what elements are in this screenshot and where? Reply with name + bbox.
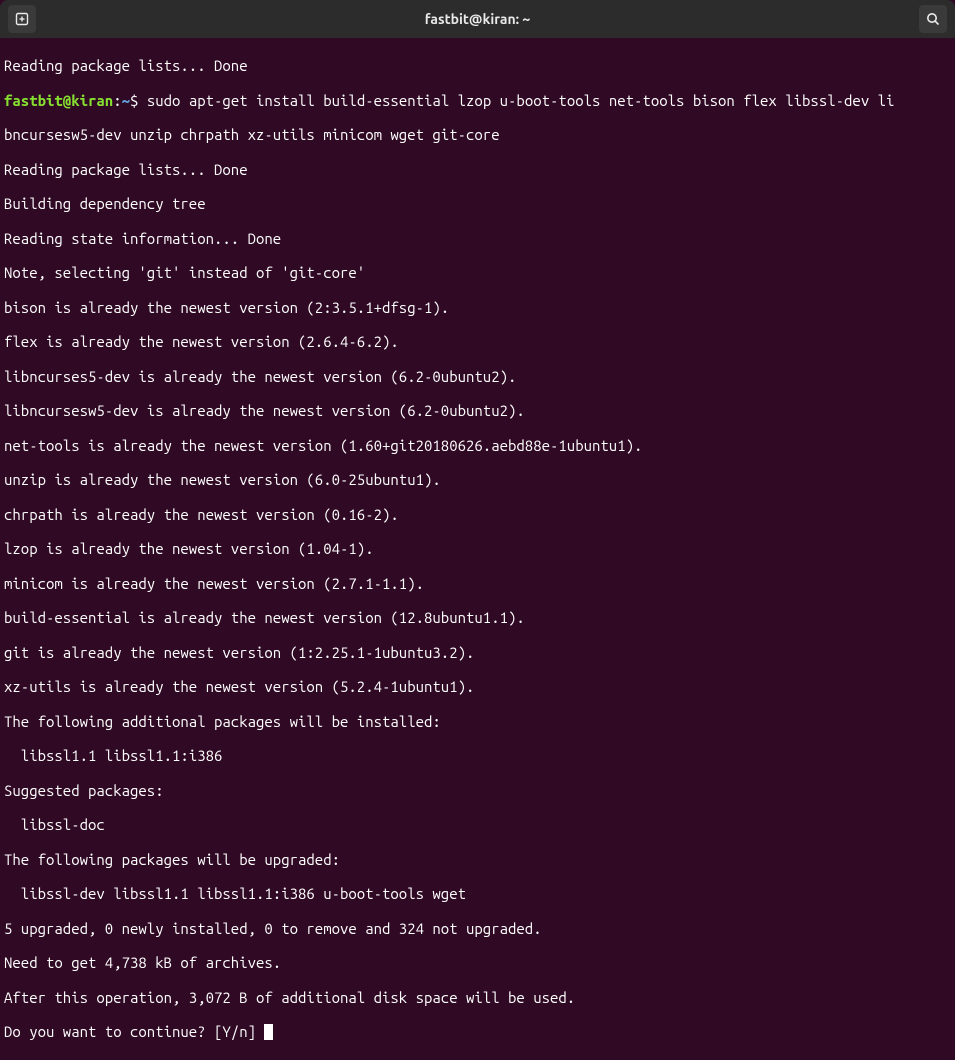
output-line: bison is already the newest version (2:3… [4,299,951,316]
output-line: Reading package lists... Done [4,57,951,74]
output-line: bncursesw5-dev unzip chrpath xz-utils mi… [4,126,951,143]
output-line: Building dependency tree [4,195,951,212]
terminal-output[interactable]: Reading package lists... Done fastbit@ki… [0,38,955,1060]
output-line: The following additional packages will b… [4,713,951,730]
output-line: xz-utils is already the newest version (… [4,678,951,695]
output-line: git is already the newest version (1:2.2… [4,644,951,661]
output-line: Reading state information... Done [4,230,951,247]
prompt-user-host: fastbit@kiran [4,92,113,109]
output-line: libncurses5-dev is already the newest ve… [4,368,951,385]
output-line: unzip is already the newest version (6.0… [4,471,951,488]
output-line: libssl-dev libssl1.1 libssl1.1:i386 u-bo… [4,885,951,902]
prompt-line: fastbit@kiran:~$ sudo apt-get install bu… [4,92,951,109]
window-titlebar: fastbit@kiran: ~ [0,0,955,38]
output-line: Reading package lists... Done [4,161,951,178]
output-line: 5 upgraded, 0 newly installed, 0 to remo… [4,920,951,937]
output-line: Note, selecting 'git' instead of 'git-co… [4,264,951,281]
prompt-colon: : [113,92,121,109]
window-title: fastbit@kiran: ~ [425,11,531,27]
search-button[interactable] [919,5,947,33]
prompt-path: ~ [122,92,130,109]
new-tab-icon [14,11,30,27]
output-line: chrpath is already the newest version (0… [4,506,951,523]
cursor [264,1024,273,1040]
command-text: sudo apt-get install build-essential lzo… [138,92,894,109]
output-line: build-essential is already the newest ve… [4,609,951,626]
output-line: libssl-doc [4,816,951,833]
output-line: Need to get 4,738 kB of archives. [4,954,951,971]
new-tab-button[interactable] [8,5,36,33]
output-line: lzop is already the newest version (1.04… [4,540,951,557]
output-line: net-tools is already the newest version … [4,437,951,454]
prompt-continue-line: Do you want to continue? [Y/n] [4,1023,951,1040]
output-line: Suggested packages: [4,782,951,799]
output-line: flex is already the newest version (2.6.… [4,333,951,350]
search-icon [925,11,941,27]
output-line: libncursesw5-dev is already the newest v… [4,402,951,419]
output-line: minicom is already the newest version (2… [4,575,951,592]
continue-prompt-text: Do you want to continue? [Y/n] [4,1023,264,1040]
output-line: libssl1.1 libssl1.1:i386 [4,747,951,764]
output-line: After this operation, 3,072 B of additio… [4,989,951,1006]
output-line: The following packages will be upgraded: [4,851,951,868]
